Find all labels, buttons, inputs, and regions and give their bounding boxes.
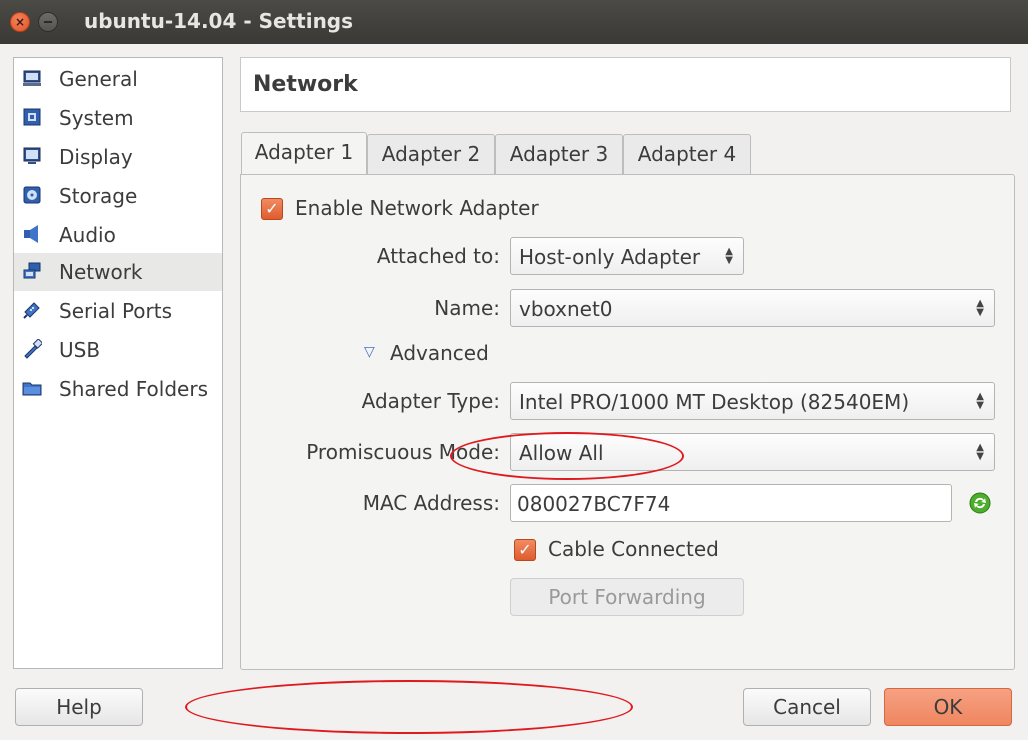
sidebar-item-label: Display [59, 145, 133, 169]
system-icon [23, 108, 41, 126]
general-icon [23, 70, 41, 86]
usb-icon [24, 339, 42, 359]
cable-connected-checkbox[interactable]: ✓ [514, 539, 536, 561]
annotation-ellipse-footer [185, 680, 633, 734]
sidebar-item-audio[interactable]: Audio [14, 216, 222, 254]
page-title: Network [253, 72, 358, 97]
minimize-window-button[interactable] [38, 12, 58, 32]
window-title: ubuntu-14.04 - Settings [84, 9, 354, 33]
sidebar-item-display[interactable]: Display [14, 138, 222, 176]
tab-adapter-1[interactable]: Adapter 1 [241, 132, 367, 174]
sidebar-item-shared-folders[interactable]: Shared Folders [14, 370, 222, 408]
tab-adapter-2[interactable]: Adapter 2 [367, 134, 495, 174]
spin-arrows-icon: ▲ ▼ [976, 298, 984, 318]
storage-icon [23, 186, 41, 204]
settings-sidebar: General System Display Storage Audio Net… [13, 57, 223, 669]
adapter-type-select[interactable]: Intel PRO/1000 MT Desktop (82540EM) ▲ ▼ [510, 382, 995, 420]
sidebar-item-label: General [59, 67, 138, 91]
adapter-type-label: Adapter Type: [361, 389, 500, 413]
port-forwarding-button[interactable]: Port Forwarding [510, 578, 744, 616]
sidebar-item-label: USB [59, 338, 101, 362]
refresh-mac-icon[interactable] [968, 491, 992, 515]
audio-icon [24, 225, 38, 243]
spin-arrows-icon: ▲ ▼ [976, 391, 984, 411]
tab-adapter-4[interactable]: Adapter 4 [623, 134, 751, 174]
sidebar-item-label: Audio [59, 223, 116, 247]
sidebar-item-label: Network [59, 260, 143, 284]
tab-adapter-3[interactable]: Adapter 3 [495, 134, 623, 174]
section-header: Network [240, 57, 1011, 112]
adapter-type-value: Intel PRO/1000 MT Desktop (82540EM) [519, 390, 910, 414]
sidebar-item-label: System [59, 106, 134, 130]
sidebar-item-general[interactable]: General [14, 60, 222, 98]
promiscuous-mode-value: Allow All [519, 441, 604, 465]
spin-arrows-icon: ▲ ▼ [976, 442, 984, 462]
sidebar-item-label: Storage [59, 184, 138, 208]
promiscuous-mode-label: Promiscuous Mode: [306, 440, 500, 464]
window-titlebar: × ubuntu-14.04 - Settings [0, 0, 1028, 44]
mac-address-label: MAC Address: [362, 491, 500, 515]
mac-address-value: 080027BC7F74 [517, 492, 671, 516]
close-icon: × [14, 15, 26, 29]
name-label: Name: [434, 296, 500, 320]
sidebar-item-system[interactable]: System [14, 99, 222, 137]
enable-adapter-checkbox[interactable]: ✓ [261, 198, 283, 220]
advanced-expander-icon[interactable]: ▽ [364, 344, 375, 360]
promiscuous-mode-select[interactable]: Allow All ▲ ▼ [510, 433, 995, 471]
attached-to-label: Attached to: [376, 244, 500, 268]
serial-ports-icon [23, 302, 40, 319]
attached-to-value: Host-only Adapter [519, 245, 701, 269]
sidebar-item-label: Serial Ports [59, 299, 173, 323]
sidebar-item-serial-ports[interactable]: Serial Ports [14, 292, 222, 330]
network-icon [23, 262, 41, 279]
advanced-toggle[interactable]: Advanced [390, 341, 489, 365]
sidebar-item-storage[interactable]: Storage [14, 177, 222, 215]
spin-arrows-icon: ▲ ▼ [725, 246, 733, 266]
ok-button[interactable]: OK [884, 688, 1012, 726]
cable-connected-label: Cable Connected [548, 537, 719, 561]
sidebar-item-label: Shared Folders [59, 377, 208, 401]
cancel-button[interactable]: Cancel [743, 688, 871, 726]
shared-folders-icon [22, 382, 42, 396]
help-button[interactable]: Help [15, 688, 143, 726]
close-window-button[interactable]: × [10, 12, 30, 32]
sidebar-item-network[interactable]: Network [14, 253, 222, 291]
sidebar-item-usb[interactable]: USB [14, 331, 222, 369]
name-value: vboxnet0 [519, 297, 613, 321]
attached-to-select[interactable]: Host-only Adapter ▲ ▼ [510, 237, 744, 275]
mac-address-field[interactable]: 080027BC7F74 [510, 484, 952, 522]
enable-adapter-label: Enable Network Adapter [295, 196, 539, 220]
name-select[interactable]: vboxnet0 ▲ ▼ [510, 289, 995, 327]
display-icon [23, 147, 41, 164]
